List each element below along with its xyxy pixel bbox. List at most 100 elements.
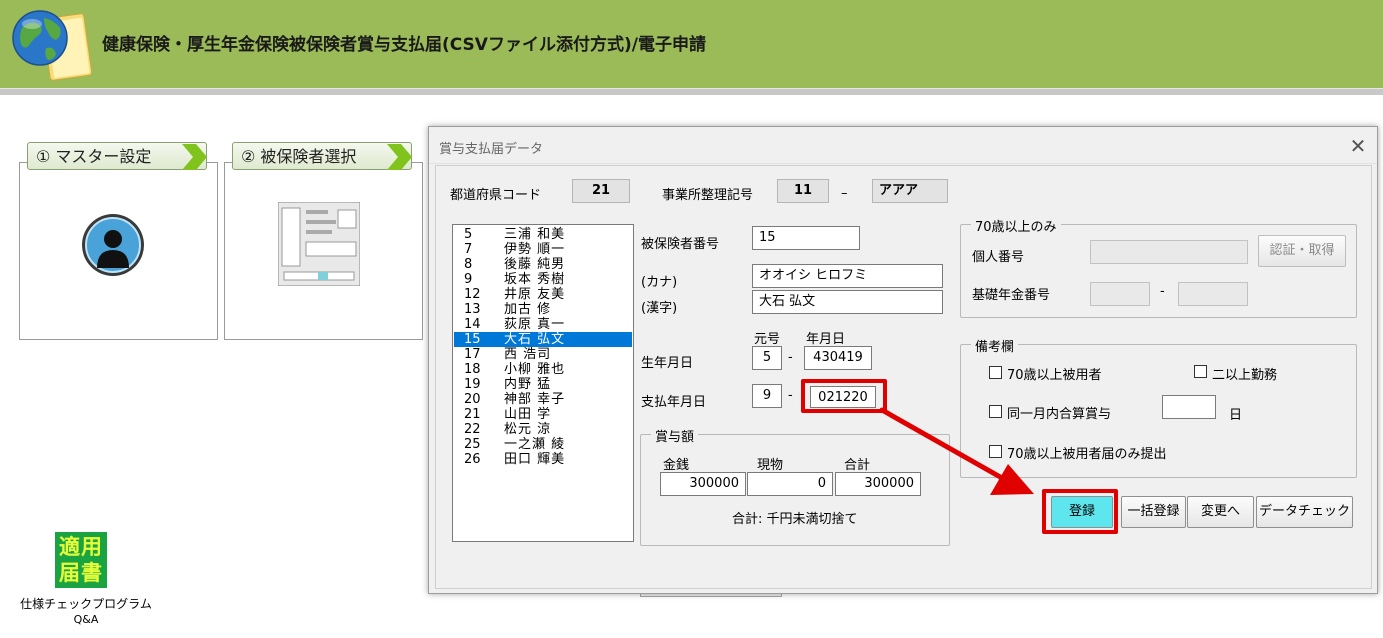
chevron-right-icon	[387, 144, 412, 170]
register-highlight	[1042, 489, 1118, 534]
list-item-number: 14	[464, 317, 481, 332]
form-thumbnail-icon[interactable]	[277, 201, 361, 287]
list-item[interactable]: 7 伊勢 順一	[454, 242, 632, 257]
list-item-number: 12	[464, 287, 481, 302]
pay-date-highlight	[801, 379, 887, 413]
list-item-name: 加古 修	[504, 302, 552, 317]
office-dash: –	[841, 186, 848, 201]
list-item-number: 20	[464, 392, 481, 407]
in-kind-amount-field[interactable]: 0	[747, 472, 833, 496]
personal-no-field[interactable]	[1090, 240, 1248, 264]
auth-acquire-button[interactable]: 認証・取得	[1258, 235, 1346, 267]
list-item-name: 西 浩司	[504, 347, 552, 362]
insured-list[interactable]: 5 三浦 和美 7 伊勢 順一 8 後藤 純男 9 坂本 秀樹 12 井原 友美 13 加古 修 14 荻…	[452, 224, 634, 542]
close-icon[interactable]: ✕	[1345, 133, 1371, 159]
list-item-name: 内野 猛	[504, 377, 552, 392]
pay-era-field[interactable]: 9	[752, 384, 782, 408]
list-item[interactable]: 12 井原 友美	[454, 287, 632, 302]
dialog-title: 賞与支払届データ	[439, 142, 544, 157]
list-item-name: 松元 涼	[504, 422, 552, 437]
shortcut-label[interactable]: 仕様チェックプログラム	[10, 595, 162, 612]
list-item[interactable]: 14 荻原 真一	[454, 317, 632, 332]
same-month-checkbox[interactable]	[989, 405, 1002, 418]
insured-no-field[interactable]: 15	[752, 226, 860, 250]
application-forms-icon[interactable]: 適用 届書	[55, 532, 107, 588]
data-check-button[interactable]: データチェック	[1256, 496, 1353, 528]
list-item-name: 神部 幸子	[504, 392, 566, 407]
change-button[interactable]: 変更へ	[1187, 496, 1254, 528]
list-item[interactable]: 8 後藤 純男	[454, 257, 632, 272]
pension-no-field-2[interactable]	[1178, 282, 1248, 306]
list-item[interactable]: 17 西 浩司	[454, 347, 632, 362]
icon-text-bottom: 届書	[59, 561, 103, 585]
multi-work-checkbox[interactable]	[1194, 365, 1207, 378]
list-item-name: 荻原 真一	[504, 317, 566, 332]
list-item-number: 9	[464, 272, 473, 287]
list-item-name: 三浦 和美	[504, 227, 566, 242]
same-month-checkbox-label: 同一月内合算賞与	[1007, 407, 1112, 422]
list-item[interactable]: 25 一之瀬 綾	[454, 437, 632, 452]
icon-text-top: 適用	[59, 535, 103, 559]
list-item-name: 山田 学	[504, 407, 552, 422]
list-item[interactable]: 21 山田 学	[454, 407, 632, 422]
birth-era-field[interactable]: 5	[752, 346, 782, 370]
list-item-name: 田口 輝美	[504, 452, 566, 467]
list-item[interactable]: 18 小柳 雅也	[454, 362, 632, 377]
list-item-name: 一之瀬 綾	[504, 437, 566, 452]
over70-checkbox[interactable]	[989, 366, 1002, 379]
kana-name-field[interactable]: オオイシ ヒロフミ	[752, 264, 943, 288]
over70-only-checkbox[interactable]	[989, 445, 1002, 458]
list-item-number: 26	[464, 452, 481, 467]
office-symbol-label: 事業所整理記号	[662, 188, 754, 203]
total-amount-field[interactable]: 300000	[835, 472, 921, 496]
bonus-note: 合計: 千円未満切捨て	[732, 512, 858, 527]
app-title: 健康保険・厚生年金保険被保険者賞与支払届(CSVファイル添付方式)/電子申請	[102, 35, 706, 55]
over70-only-checkbox-label: 70歳以上被用者届のみ提出	[1007, 447, 1167, 462]
bulk-register-button[interactable]: 一括登録	[1121, 496, 1186, 528]
cash-label: 金銭	[663, 458, 690, 473]
same-month-day-field[interactable]	[1162, 395, 1216, 419]
cash-amount-field[interactable]: 300000	[660, 472, 746, 496]
list-item[interactable]: 19 内野 猛	[454, 377, 632, 392]
user-avatar-icon[interactable]	[80, 212, 146, 278]
bonus-payment-dialog: 賞与支払届データ ✕ 都道府県コード 21 事業所整理記号 11 – アアア 5…	[428, 126, 1378, 594]
list-item[interactable]: 26 田口 輝美	[454, 452, 632, 467]
tab-master-settings[interactable]: ① マスター設定	[27, 142, 207, 170]
pay-dash: -	[788, 388, 793, 403]
kanji-label: (漢字)	[641, 301, 678, 316]
insured-no-label: 被保険者番号	[641, 237, 720, 252]
kanji-name-field[interactable]: 大石 弘文	[752, 290, 943, 314]
list-item-number: 18	[464, 362, 481, 377]
remarks-group-title: 備考欄	[971, 336, 1019, 355]
birth-date-label: 生年月日	[641, 356, 694, 371]
pref-code-label: 都道府県コード	[450, 188, 542, 203]
list-item[interactable]: 9 坂本 秀樹	[454, 272, 632, 287]
list-item[interactable]: 20 神部 幸子	[454, 392, 632, 407]
list-item-number: 17	[464, 347, 481, 362]
pension-no-field-1[interactable]	[1090, 282, 1150, 306]
list-item-number: 13	[464, 302, 481, 317]
chevron-right-icon	[182, 144, 207, 170]
pension-dash: -	[1160, 284, 1165, 299]
list-item-number: 22	[464, 422, 481, 437]
over70-group-title: 70歳以上のみ	[971, 216, 1061, 235]
kana-label: (カナ)	[641, 275, 678, 290]
list-item[interactable]: 22 松元 涼	[454, 422, 632, 437]
list-item[interactable]: 15 大石 弘文	[454, 332, 632, 347]
list-item-name: 井原 友美	[504, 287, 566, 302]
list-item-name: 後藤 純男	[504, 257, 566, 272]
list-item-name: 坂本 秀樹	[504, 272, 566, 287]
list-item-name: 伊勢 順一	[504, 242, 566, 257]
era-header: 元号	[754, 332, 781, 347]
office-name-field: アアア	[872, 179, 948, 203]
list-item[interactable]: 5 三浦 和美	[454, 227, 632, 242]
birth-dash: -	[788, 350, 793, 365]
in-kind-label: 現物	[757, 458, 784, 473]
list-item[interactable]: 13 加古 修	[454, 302, 632, 317]
tab-insured-selection[interactable]: ② 被保険者選択	[232, 142, 412, 170]
list-item-number: 15	[464, 332, 481, 347]
total-label: 合計	[844, 458, 871, 473]
birth-date-field[interactable]: 430419	[804, 346, 872, 370]
day-unit-label: 日	[1229, 408, 1243, 423]
dialog-body: 都道府県コード 21 事業所整理記号 11 – アアア 5 三浦 和美 7 伊勢 順一…	[435, 165, 1372, 589]
